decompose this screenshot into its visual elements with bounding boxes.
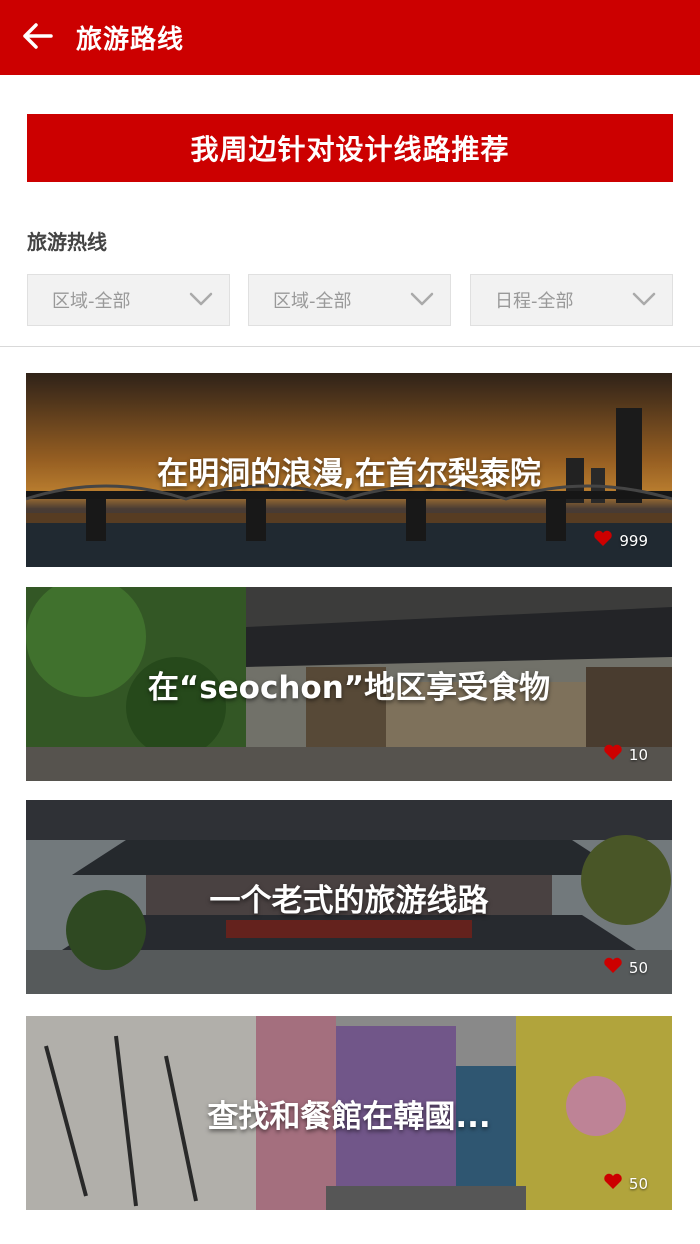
back-button[interactable]: [8, 0, 68, 75]
heart-icon: [603, 744, 623, 765]
chevron-down-icon: [189, 291, 213, 310]
app-bar: 旅游路线: [0, 0, 700, 75]
like-count-value: 999: [619, 531, 648, 550]
route-card[interactable]: 一个老式的旅游线路 50: [26, 800, 672, 994]
region-filter-dropdown-2[interactable]: 区域-全部: [248, 274, 451, 326]
chevron-down-icon: [632, 291, 656, 310]
route-card[interactable]: 查找和餐館在韓國... 50: [26, 1016, 672, 1210]
page-title: 旅游路线: [76, 25, 185, 55]
route-title: 查找和餐館在韓國...: [207, 1098, 491, 1135]
schedule-filter-dropdown[interactable]: 日程-全部: [470, 274, 673, 326]
chevron-down-icon: [410, 291, 434, 310]
route-title: 在“seochon”地区享受食物: [147, 669, 551, 706]
heart-icon: [603, 957, 623, 978]
filter-label: 区域-全部: [273, 291, 352, 312]
route-card[interactable]: 在明洞的浪漫,在首尔梨泰院 999: [26, 373, 672, 567]
route-title: 在明洞的浪漫,在首尔梨泰院: [157, 455, 541, 492]
recommend-route-button[interactable]: 我周边针对设计线路推荐: [27, 114, 673, 182]
divider: [0, 346, 700, 347]
route-title: 一个老式的旅游线路: [209, 882, 489, 919]
route-card[interactable]: 在“seochon”地区享受食物 10: [26, 587, 672, 781]
filter-label: 区域-全部: [52, 291, 131, 312]
region-filter-dropdown[interactable]: 区域-全部: [27, 274, 230, 326]
section-title: 旅游热线: [27, 230, 107, 254]
back-arrow-icon: [23, 22, 53, 53]
heart-icon: [593, 530, 613, 551]
like-count[interactable]: 999: [593, 530, 648, 551]
filter-label: 日程-全部: [495, 291, 574, 312]
like-count[interactable]: 10: [603, 744, 648, 765]
like-count-value: 50: [628, 958, 648, 977]
like-count-value: 50: [628, 1174, 648, 1193]
like-count-value: 10: [628, 745, 648, 764]
like-count[interactable]: 50: [603, 1173, 648, 1194]
like-count[interactable]: 50: [603, 957, 648, 978]
heart-icon: [603, 1173, 623, 1194]
